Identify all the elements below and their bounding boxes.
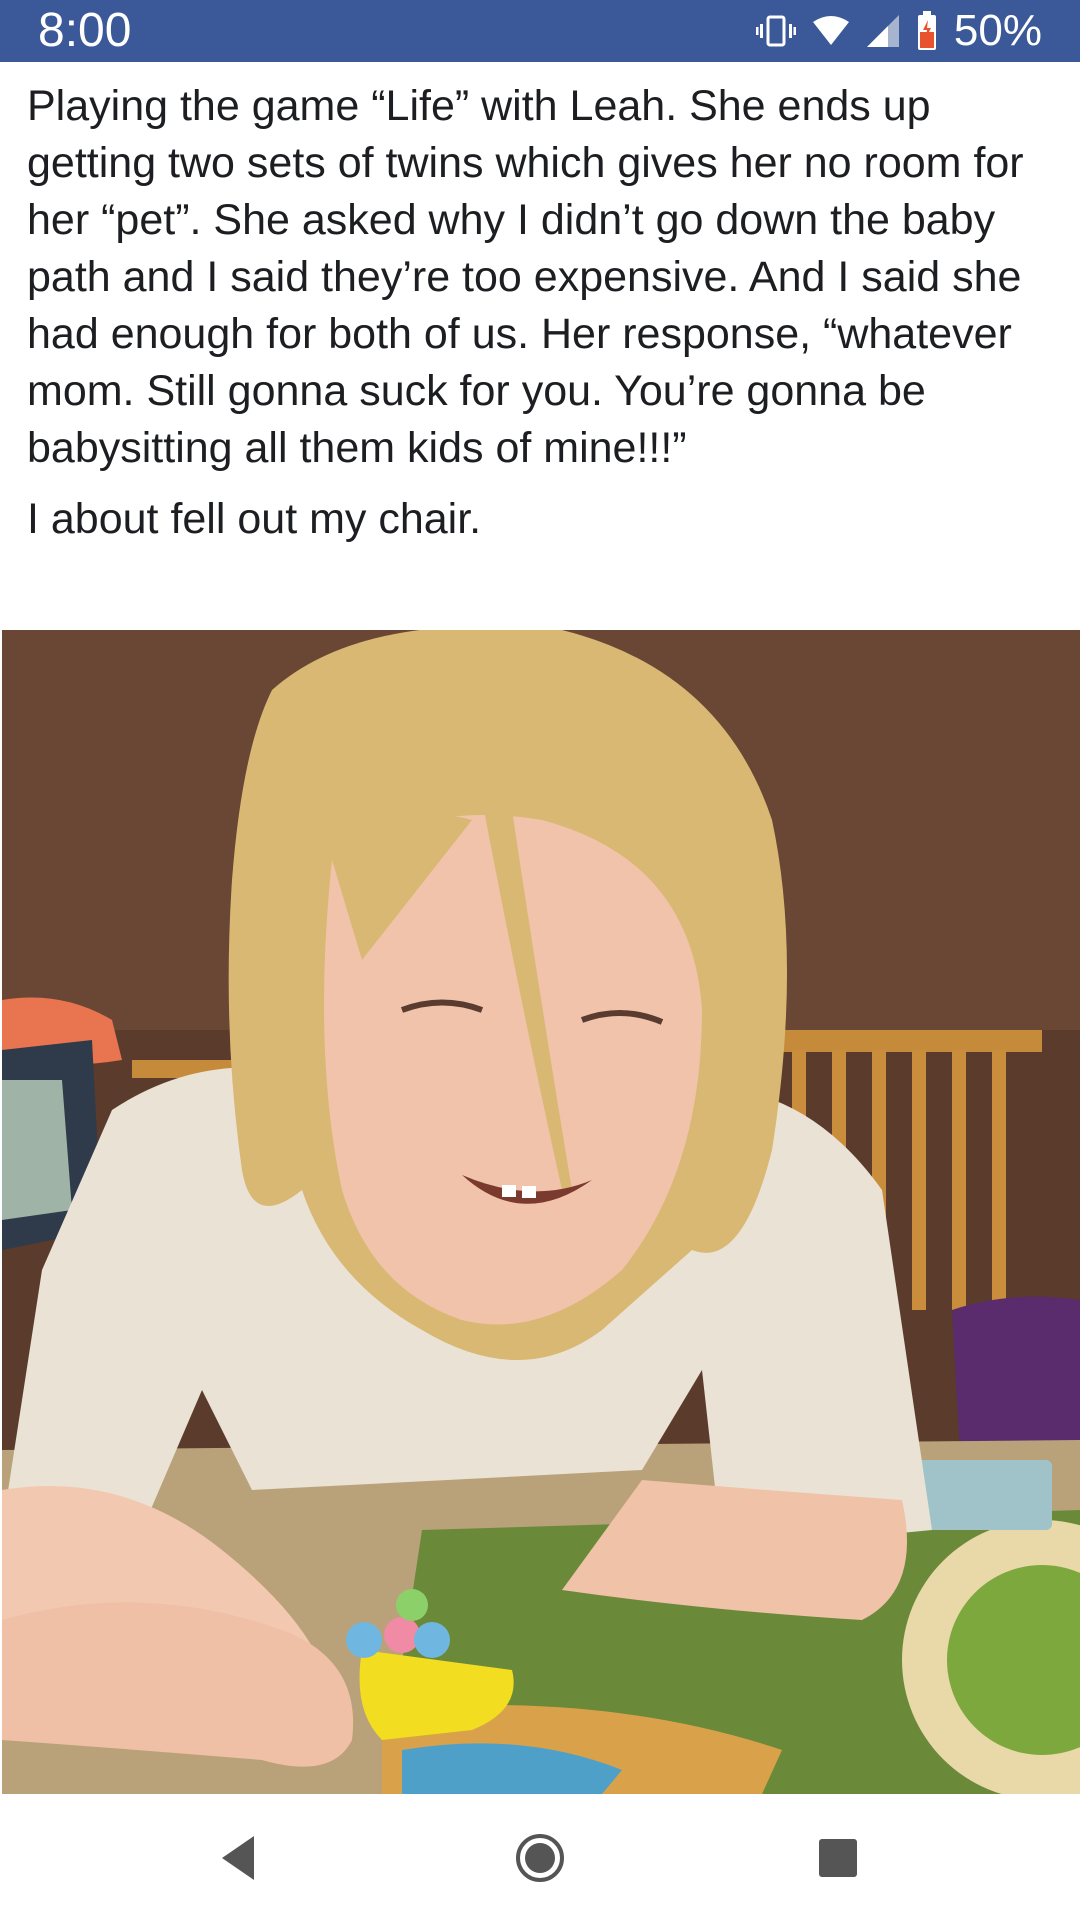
battery-icon xyxy=(916,11,938,51)
home-icon[interactable] xyxy=(514,1832,566,1884)
back-icon[interactable] xyxy=(214,1832,266,1884)
status-bar: 8:00 50% xyxy=(0,0,1080,62)
post-paragraph: Playing the game “Life” with Leah. She e… xyxy=(27,82,1024,472)
status-time: 8:00 xyxy=(38,4,132,57)
post-photo[interactable] xyxy=(2,630,1080,1794)
recents-icon[interactable] xyxy=(812,1832,864,1884)
post-paragraph: I about fell out my chair. xyxy=(27,495,482,543)
vibrate-icon xyxy=(755,13,796,49)
cell-signal-icon xyxy=(866,14,900,48)
post-text: Playing the game “Life” with Leah. She e… xyxy=(27,78,1057,548)
battery-percent: 50% xyxy=(953,6,1042,55)
wifi-icon xyxy=(812,16,850,46)
status-icons: 50% xyxy=(755,6,1042,55)
nav-bar xyxy=(0,1794,1080,1920)
